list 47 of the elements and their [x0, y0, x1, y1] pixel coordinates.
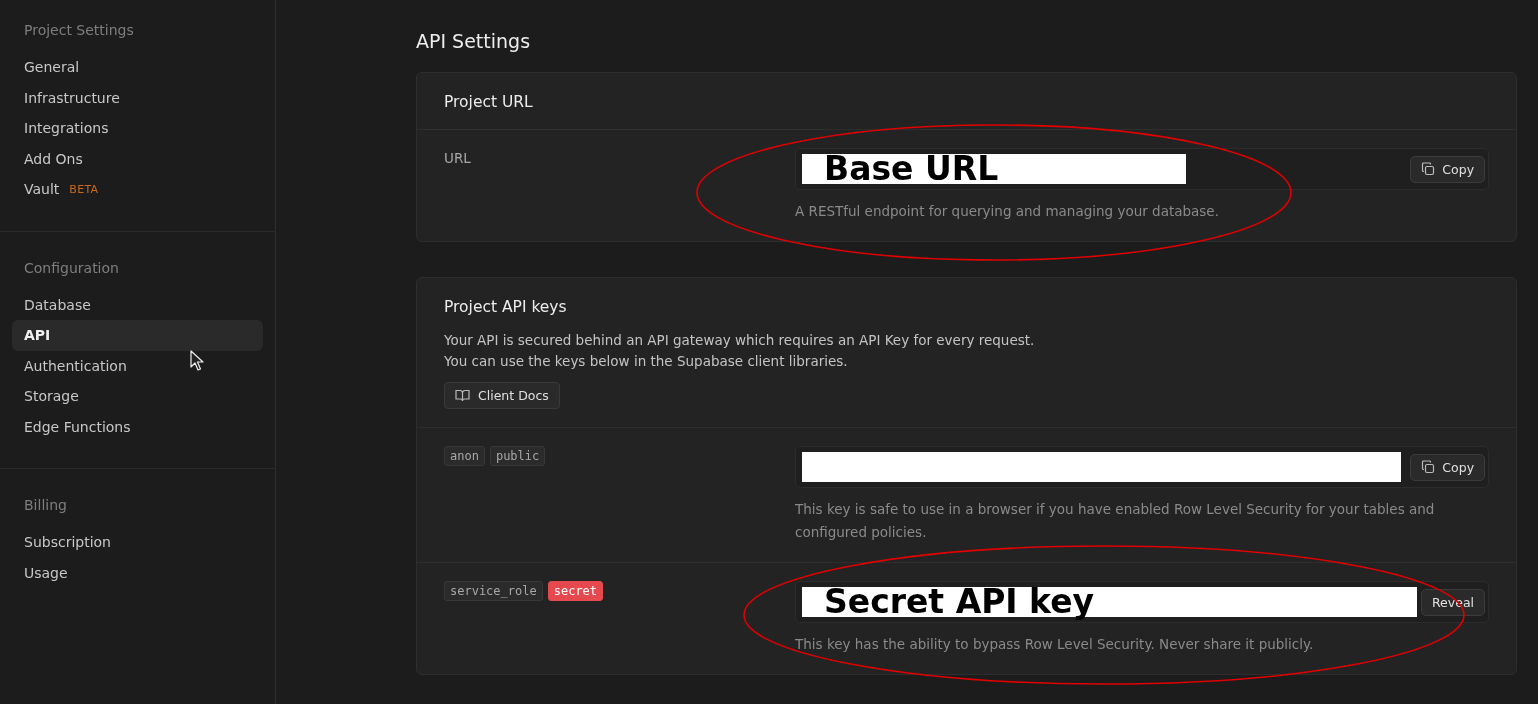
- sidebar-item[interactable]: Integrations: [12, 113, 263, 144]
- card-title: Project API keys: [444, 298, 568, 316]
- sidebar-item[interactable]: Storage: [12, 381, 263, 412]
- sidebar-item-label: Database: [24, 296, 91, 313]
- copy-icon: [1421, 162, 1436, 176]
- client-docs-button[interactable]: Client Docs: [444, 382, 560, 409]
- redaction-label: Base URL: [823, 154, 999, 184]
- sidebar-item-label: Vault: [24, 181, 60, 198]
- help-text: This key has the ability to bypass Row Level Security. Never share it publicly.: [795, 635, 1315, 654]
- sidebar-item-label: Edge Functions: [24, 418, 131, 435]
- sidebar-item-label: General: [24, 59, 80, 76]
- sidebar-item-label: Storage: [24, 388, 79, 405]
- sidebar-item-label: Authentication: [24, 357, 127, 374]
- sidebar-item[interactable]: Authentication: [12, 350, 263, 381]
- section-title: Configuration: [23, 258, 120, 278]
- sidebar-item-label: Infrastructure: [24, 89, 120, 106]
- sidebar-item[interactable]: Add Ons: [12, 143, 263, 174]
- sidebar-item[interactable]: Vault BETA: [12, 174, 263, 205]
- card-title: Project URL: [444, 93, 534, 111]
- row-label: URL: [444, 149, 472, 168]
- description-text: Your API is secured behind an API gateway which requires an API Key for every request. You can use the keys below in the Supabase client libraries.: [444, 331, 1036, 371]
- sidebar-item[interactable]: General: [12, 52, 263, 83]
- sidebar-item[interactable]: Infrastructure: [12, 82, 263, 113]
- role-tag: service_role: [444, 581, 543, 601]
- sidebar-item-label: Integrations: [24, 120, 109, 137]
- mouse-pointer-icon: [190, 350, 204, 371]
- sidebar-item-label: API: [24, 327, 51, 344]
- page-title: API Settings: [416, 30, 532, 52]
- sidebar-item-label: Add Ons: [24, 150, 83, 167]
- sidebar-item[interactable]: Usage: [12, 557, 263, 588]
- sidebar-item[interactable]: Subscription: [12, 527, 263, 558]
- copy-button[interactable]: Copy: [1410, 155, 1486, 183]
- sidebar-item[interactable]: Edge Functions: [12, 411, 263, 442]
- help-text: A RESTful endpoint for querying and managing your database.: [795, 202, 1220, 221]
- role-tag: secret: [547, 581, 604, 601]
- sidebar-item[interactable]: Database: [12, 289, 263, 320]
- role-tag: public: [489, 446, 546, 466]
- sidebar-item-label: Usage: [24, 564, 68, 581]
- role-tag: anon: [444, 446, 485, 466]
- sidebar-item-label: Subscription: [24, 534, 111, 551]
- book-icon: [455, 389, 470, 402]
- help-text: This key is safe to use in a browser if you have enabled Row Level Security for your tables and configured policies.: [795, 500, 1436, 542]
- beta-label: BETA: [69, 182, 99, 196]
- section-title: Billing: [23, 496, 68, 515]
- section-title: Project Settings: [23, 21, 135, 40]
- copy-icon: [1421, 460, 1436, 474]
- copy-button[interactable]: Copy: [1410, 453, 1486, 481]
